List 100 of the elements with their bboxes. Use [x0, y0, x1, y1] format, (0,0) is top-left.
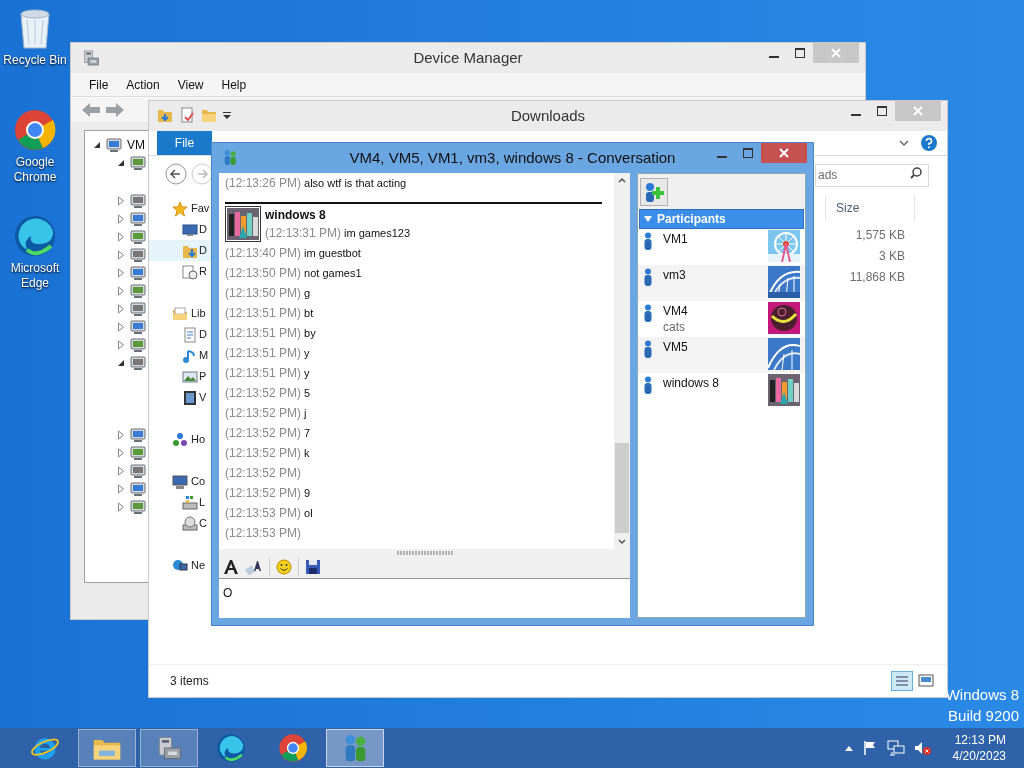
taskbar-button[interactable] — [326, 729, 384, 767]
menu-item[interactable]: File — [81, 73, 117, 96]
nav-item[interactable]: D — [149, 324, 212, 345]
collapsed-arrow-icon[interactable] — [117, 484, 125, 494]
device-icon — [106, 136, 122, 153]
flag-icon[interactable] — [861, 740, 878, 756]
nav-item[interactable]: M — [149, 345, 212, 366]
menu-item[interactable]: Action — [118, 73, 168, 96]
collapsed-arrow-icon[interactable] — [117, 286, 125, 296]
person-icon — [643, 304, 653, 322]
collapsed-arrow-icon[interactable] — [117, 448, 125, 458]
message-time: (12:13:50 PM) — [225, 265, 302, 282]
participant-name[interactable]: windows 8 — [663, 375, 768, 391]
message-time: (12:13:53 PM) — [225, 525, 302, 542]
table-cell-text: 1,575 KB — [855, 226, 905, 244]
close-icon — [913, 106, 923, 116]
message-time: (12:13:52 PM) — [225, 485, 302, 502]
scrollbar-thumb[interactable] — [615, 443, 629, 533]
collapsed-arrow-icon[interactable] — [117, 322, 125, 332]
scroll-up-icon[interactable] — [618, 177, 626, 183]
message-text: bt — [304, 305, 314, 321]
menu-item[interactable]: Help — [213, 73, 255, 96]
folder-icon[interactable] — [157, 107, 173, 123]
details-view-icon[interactable] — [891, 671, 913, 691]
collapsed-arrow-icon[interactable] — [117, 232, 125, 242]
show-hidden-icons-icon[interactable] — [844, 745, 853, 751]
nav-item[interactable]: Co — [191, 473, 206, 490]
message-time: (12:13:52 PM) — [225, 445, 302, 462]
os-build-text: Build 9200 — [948, 706, 1019, 726]
help-icon[interactable] — [921, 135, 937, 151]
collapsed-arrow-icon[interactable] — [117, 340, 125, 350]
nav-item[interactable]: Ho — [191, 431, 206, 448]
desktop-icon-label[interactable]: Microsoft Edge — [2, 261, 68, 291]
collapsed-arrow-icon[interactable] — [117, 502, 125, 512]
message-text: g — [304, 285, 311, 301]
close-button[interactable] — [761, 143, 807, 163]
taskbar-button[interactable] — [78, 729, 136, 767]
desktop-icon-label[interactable]: Recycle Bin — [3, 53, 67, 68]
collapsed-arrow-icon[interactable] — [117, 466, 125, 476]
message-input[interactable]: O — [219, 579, 630, 618]
nav-item[interactable]: C — [149, 513, 212, 534]
person-icon — [643, 268, 653, 286]
people-icon — [222, 149, 238, 166]
message-time: (12:13:51 PM) — [225, 305, 302, 322]
expanded-arrow-icon[interactable] — [117, 159, 125, 167]
nav-item[interactable]: D — [149, 219, 212, 240]
nav-item[interactable]: Ne — [191, 557, 206, 574]
forward-button-icon[interactable] — [191, 163, 213, 185]
participant-name[interactable]: VM4 — [663, 303, 768, 319]
clock[interactable]: 12:13 PM 4/20/2023 — [952, 732, 1006, 764]
message-time: (12:13:51 PM) — [225, 365, 302, 382]
back-arrow-icon[interactable] — [81, 101, 101, 118]
nav-item[interactable]: R — [149, 261, 212, 282]
collapsed-arrow-icon[interactable] — [117, 430, 125, 440]
taskbar-button[interactable] — [140, 729, 198, 767]
nav-item[interactable]: Lib — [191, 305, 206, 322]
window-title: Downloads — [510, 105, 586, 126]
collapsed-arrow-icon[interactable] — [117, 268, 125, 278]
collapsed-arrow-icon[interactable] — [117, 196, 125, 206]
nav-item[interactable]: D — [149, 240, 212, 261]
minimize-icon — [851, 113, 861, 116]
tree-item-label[interactable]: VM — [127, 135, 145, 154]
save-icon[interactable] — [305, 558, 321, 575]
back-button-icon[interactable] — [165, 163, 187, 185]
search-field[interactable]: ads — [815, 163, 929, 187]
resize-grip-icon[interactable] — [396, 551, 453, 555]
expanded-arrow-icon[interactable] — [117, 359, 125, 367]
nav-item[interactable]: Fav — [191, 200, 210, 217]
desktop-icon-label[interactable]: Google Chrome — [2, 155, 68, 185]
nav-item[interactable]: P — [149, 366, 212, 387]
search-icon[interactable] — [910, 167, 922, 179]
device-icon — [130, 193, 146, 209]
menu-item[interactable]: View — [169, 73, 212, 96]
muted-volume-icon[interactable] — [913, 740, 932, 756]
collapsed-arrow-icon[interactable] — [117, 214, 125, 224]
message-time: (12:13:52 PM) — [225, 465, 302, 482]
participant-name[interactable]: VM1 — [663, 231, 768, 247]
collapsed-arrow-icon[interactable] — [117, 304, 125, 314]
scrollbar[interactable] — [614, 173, 630, 549]
chevron-down-icon[interactable] — [899, 139, 909, 147]
font-color-icon[interactable] — [245, 558, 263, 575]
column-header[interactable]: Size — [836, 199, 860, 217]
forward-arrow-icon[interactable] — [105, 101, 125, 118]
dropdown-caret-icon[interactable] — [223, 111, 231, 119]
scroll-down-icon[interactable] — [618, 539, 626, 545]
ribbon-tab[interactable]: File — [157, 131, 212, 155]
person-icon — [643, 232, 653, 250]
collapsed-arrow-icon[interactable] — [117, 250, 125, 260]
nav-item[interactable]: L — [149, 492, 212, 513]
add-participant-button[interactable] — [640, 177, 668, 206]
sender-name: windows 8 — [265, 207, 327, 223]
font-icon[interactable] — [223, 558, 239, 575]
expanded-arrow-icon[interactable] — [93, 140, 101, 149]
os-build-text: Windows 8 — [945, 685, 1019, 705]
nav-item[interactable]: V — [149, 387, 212, 408]
device-icon — [130, 283, 146, 299]
smiley-icon[interactable] — [276, 558, 292, 575]
properties-icon[interactable] — [179, 107, 195, 123]
network-icon[interactable] — [886, 740, 905, 756]
browser-icon — [216, 733, 246, 763]
